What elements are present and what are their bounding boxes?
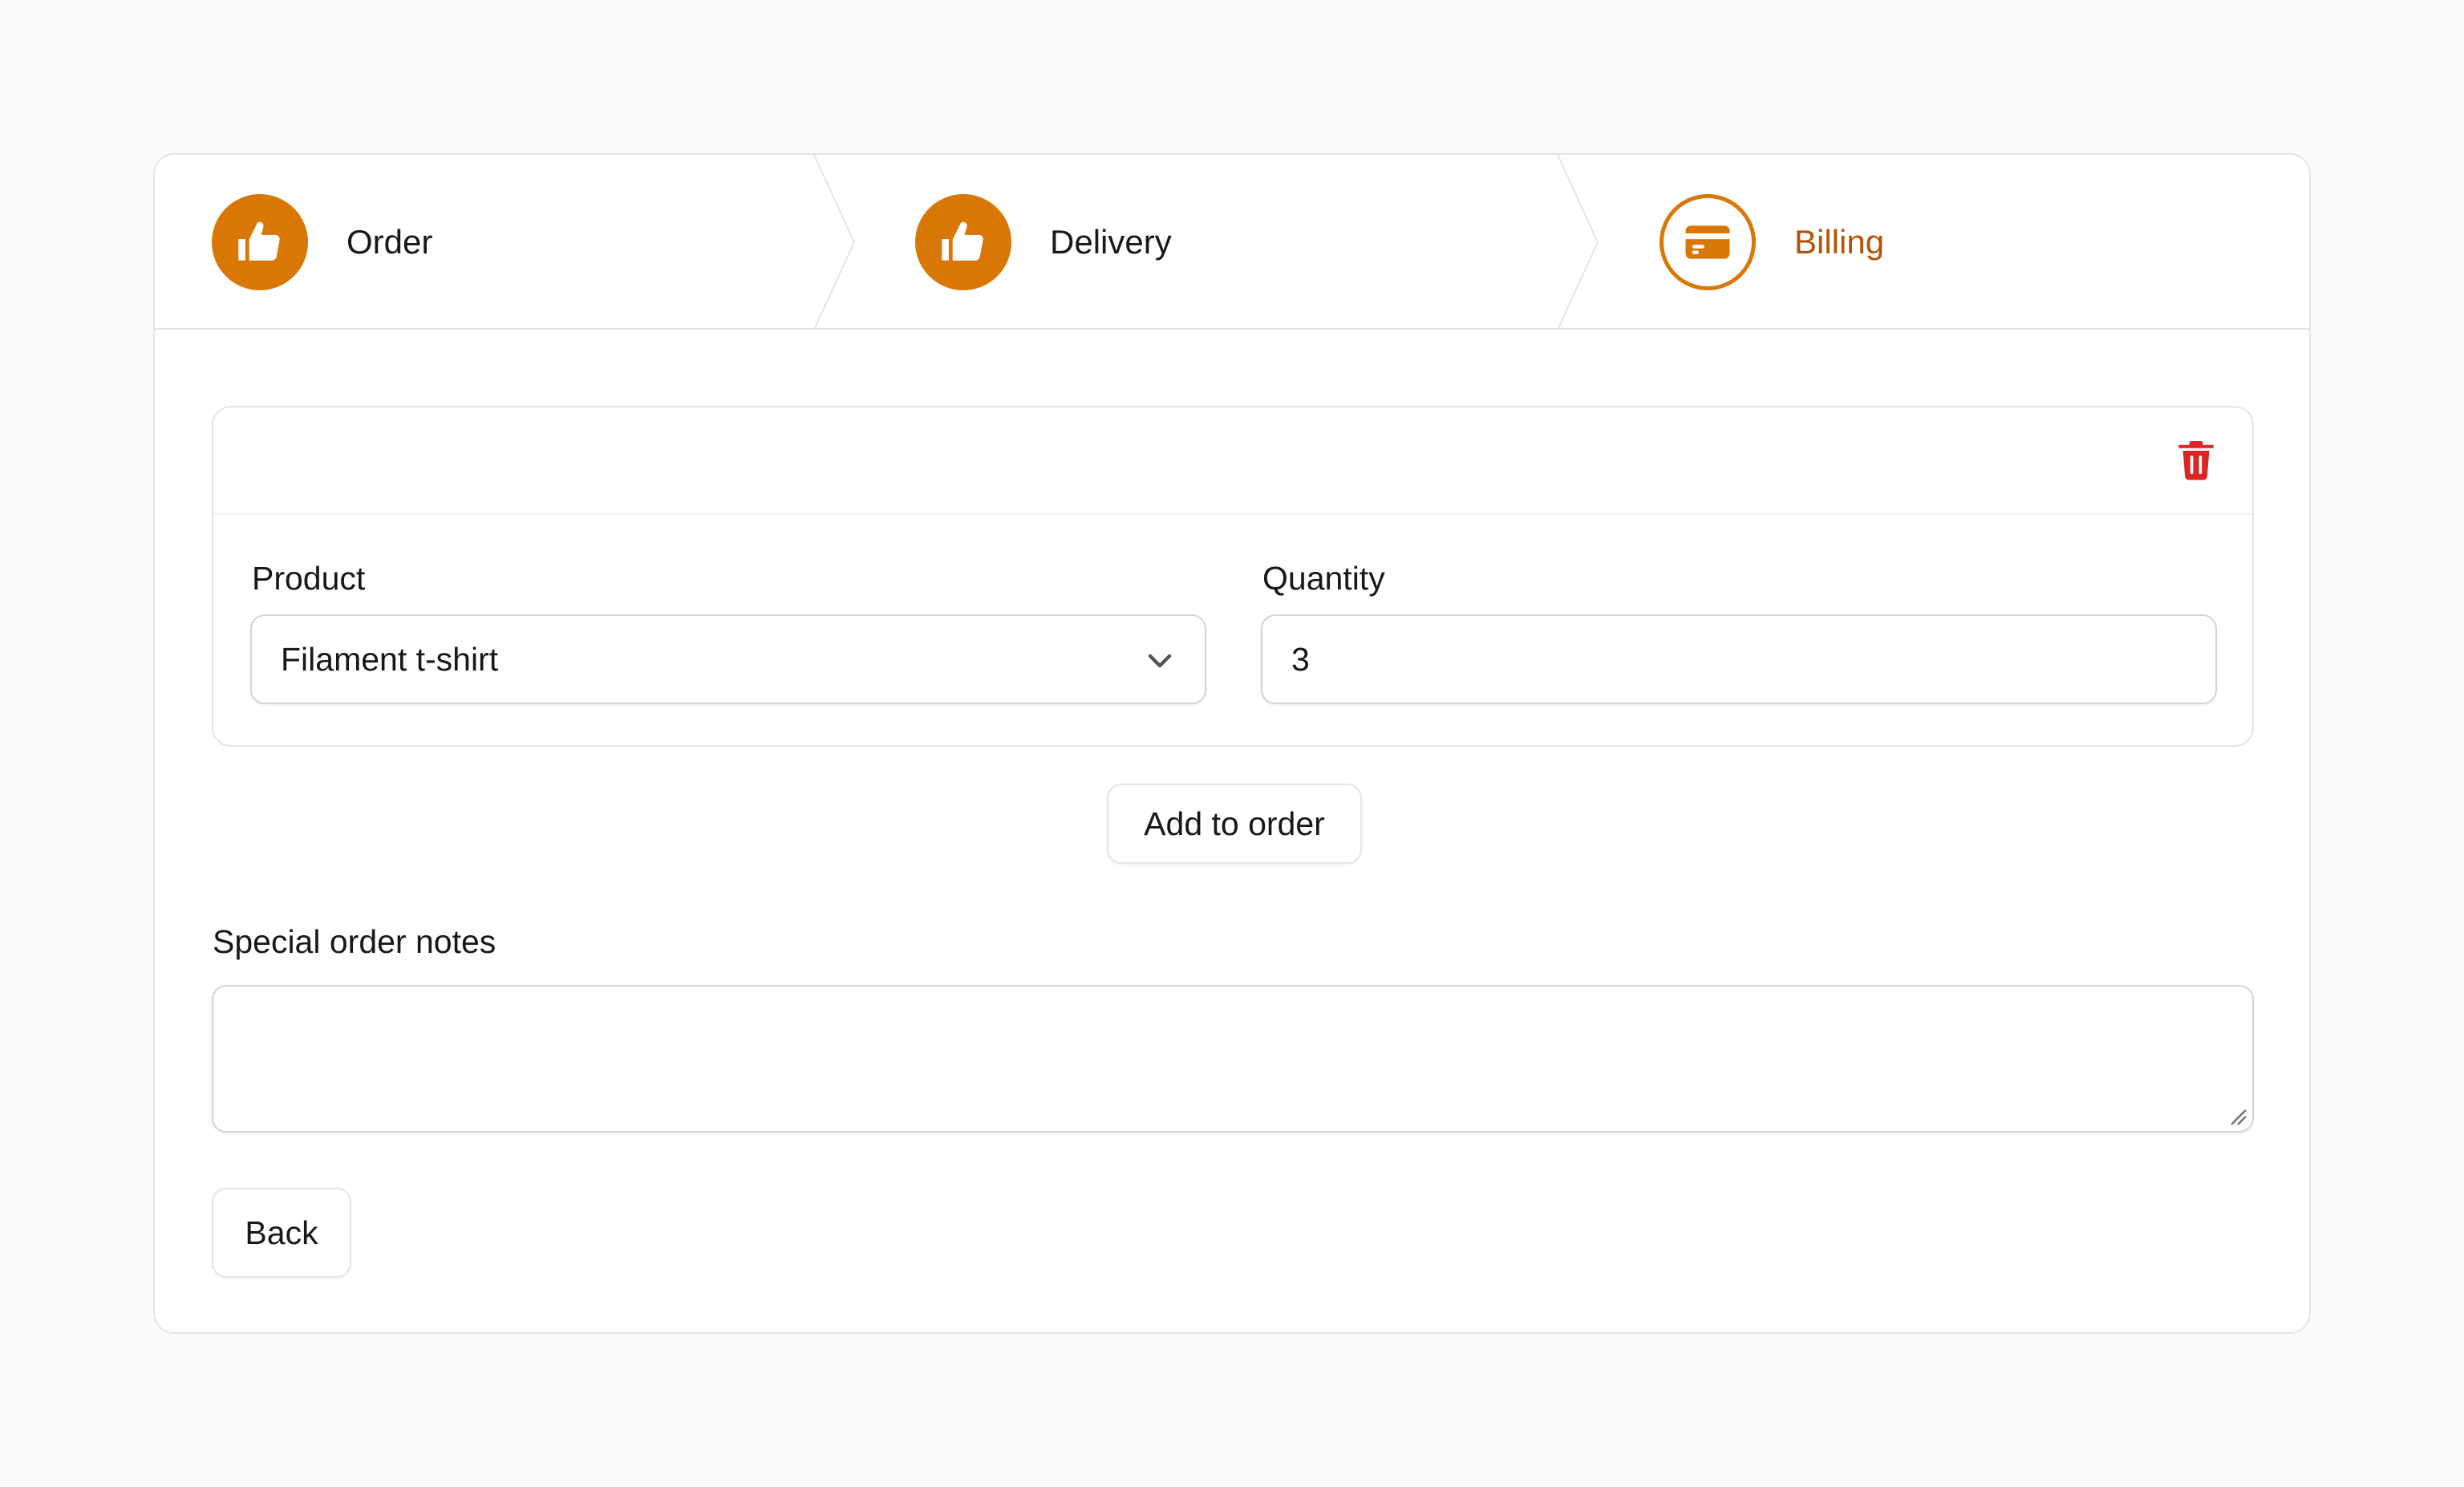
step-order-label: Order: [346, 223, 433, 261]
step-delivery[interactable]: Delivery: [915, 155, 1172, 330]
quantity-input[interactable]: 3: [1261, 614, 2217, 704]
step-billing[interactable]: Billing: [1660, 155, 1884, 330]
chevron-down-icon: [1148, 654, 1172, 668]
resize-grip-icon[interactable]: [2228, 1107, 2249, 1128]
step-separator: [813, 155, 856, 330]
wizard-steps: Order Delivery Billing: [155, 155, 2309, 330]
thumbs-up-icon: [915, 194, 1011, 290]
step-separator: [1557, 155, 1599, 330]
delete-item-button[interactable]: [2174, 438, 2219, 483]
product-select-value: Filament t-shirt: [281, 640, 499, 678]
quantity-input-value: 3: [1291, 640, 1310, 678]
back-button-label: Back: [245, 1214, 318, 1251]
special-notes-textarea[interactable]: [212, 985, 2254, 1132]
thumbs-up-icon: [212, 194, 308, 290]
add-to-order-button[interactable]: Add to order: [1107, 784, 1362, 864]
trash-icon: [2178, 441, 2214, 480]
add-to-order-label: Add to order: [1144, 804, 1325, 842]
credit-card-icon: [1660, 194, 1756, 290]
wizard-card: Order Delivery Billing Product Filament …: [153, 153, 2311, 1334]
order-item: Product Filament t-shirt Quantity 3: [212, 406, 2254, 747]
special-notes-label: Special order notes: [213, 923, 496, 960]
step-order[interactable]: Order: [212, 155, 432, 330]
product-label: Product: [252, 560, 366, 597]
back-button[interactable]: Back: [212, 1188, 351, 1278]
order-item-header: [213, 407, 2252, 515]
quantity-label: Quantity: [1262, 560, 1385, 597]
step-billing-label: Billing: [1794, 223, 1885, 261]
step-delivery-label: Delivery: [1050, 223, 1172, 261]
product-select[interactable]: Filament t-shirt: [250, 614, 1206, 704]
